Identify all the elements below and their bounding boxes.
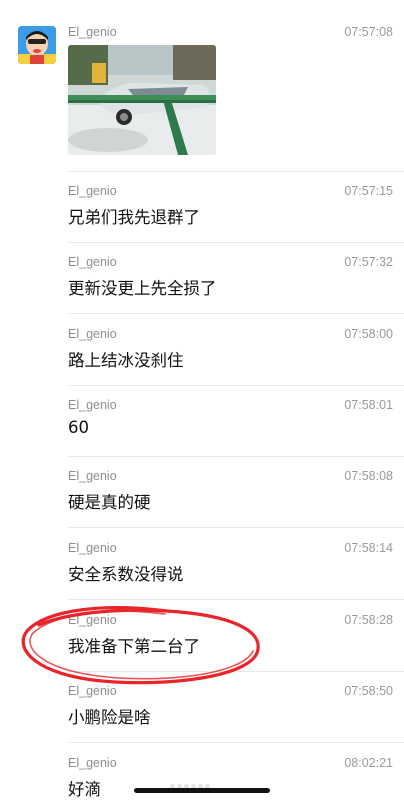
message-item[interactable]: El_genio 07:57:32 更新没更上先全损了 (0, 242, 404, 314)
message-item[interactable]: El_genio 07:58:50 小鹏险是啥 (0, 671, 404, 743)
sender-name: El_genio (68, 684, 117, 698)
message-item[interactable]: El_genio 07:58:08 硬是真的硬 (0, 456, 404, 528)
cartoon-avatar-icon (18, 26, 56, 64)
message-time: 07:57:32 (344, 255, 393, 269)
message-text: 小鹏险是啥 (68, 708, 151, 727)
avatar[interactable] (18, 26, 56, 64)
message-item[interactable]: El_genio 07:57:15 兄弟们我先退群了 (0, 171, 404, 243)
message-time: 07:58:01 (344, 398, 393, 412)
car-crash-photo (68, 45, 216, 155)
message-time: 07:58:08 (344, 469, 393, 483)
sender-name: El_genio (68, 469, 117, 483)
sender-name: El_genio (68, 327, 117, 341)
message-text: 路上结冰没刹住 (68, 351, 184, 370)
scroll-indicator (170, 774, 230, 789)
message-time: 07:58:00 (344, 327, 393, 341)
sender-name: El_genio (68, 25, 117, 39)
message-text: 兄弟们我先退群了 (68, 208, 200, 227)
message-time: 07:58:50 (344, 684, 393, 698)
message-time: 08:02:21 (344, 756, 393, 770)
message-text: 我准备下第二台了 (68, 637, 200, 656)
sender-name: El_genio (68, 613, 117, 627)
sender-name: El_genio (68, 541, 117, 555)
message-time: 07:57:08 (344, 25, 393, 39)
message-text: 硬是真的硬 (68, 493, 151, 512)
message-item[interactable]: El_genio 07:58:14 安全系数没得说 (0, 528, 404, 600)
sender-name: El_genio (68, 756, 117, 770)
message-item[interactable]: El_genio 07:58:01 60 (0, 385, 404, 457)
message-text: 安全系数没得说 (68, 565, 184, 584)
message-time: 07:58:28 (344, 613, 393, 627)
message-text: 60 (68, 418, 89, 437)
message-time: 07:57:15 (344, 184, 393, 198)
sender-name: El_genio (68, 398, 117, 412)
message-item[interactable]: El_genio 07:57:08 (0, 0, 404, 170)
message-item[interactable]: El_genio 07:58:00 路上结冰没刹住 (0, 314, 404, 386)
home-indicator[interactable] (134, 788, 270, 793)
message-item[interactable]: El_genio 07:58:28 我准备下第二台了 (0, 600, 404, 672)
message-photo[interactable] (68, 45, 216, 155)
message-text: 更新没更上先全损了 (68, 279, 217, 298)
sender-name: El_genio (68, 184, 117, 198)
sender-name: El_genio (68, 255, 117, 269)
message-text: 好滴 (68, 780, 101, 799)
message-time: 07:58:14 (344, 541, 393, 555)
